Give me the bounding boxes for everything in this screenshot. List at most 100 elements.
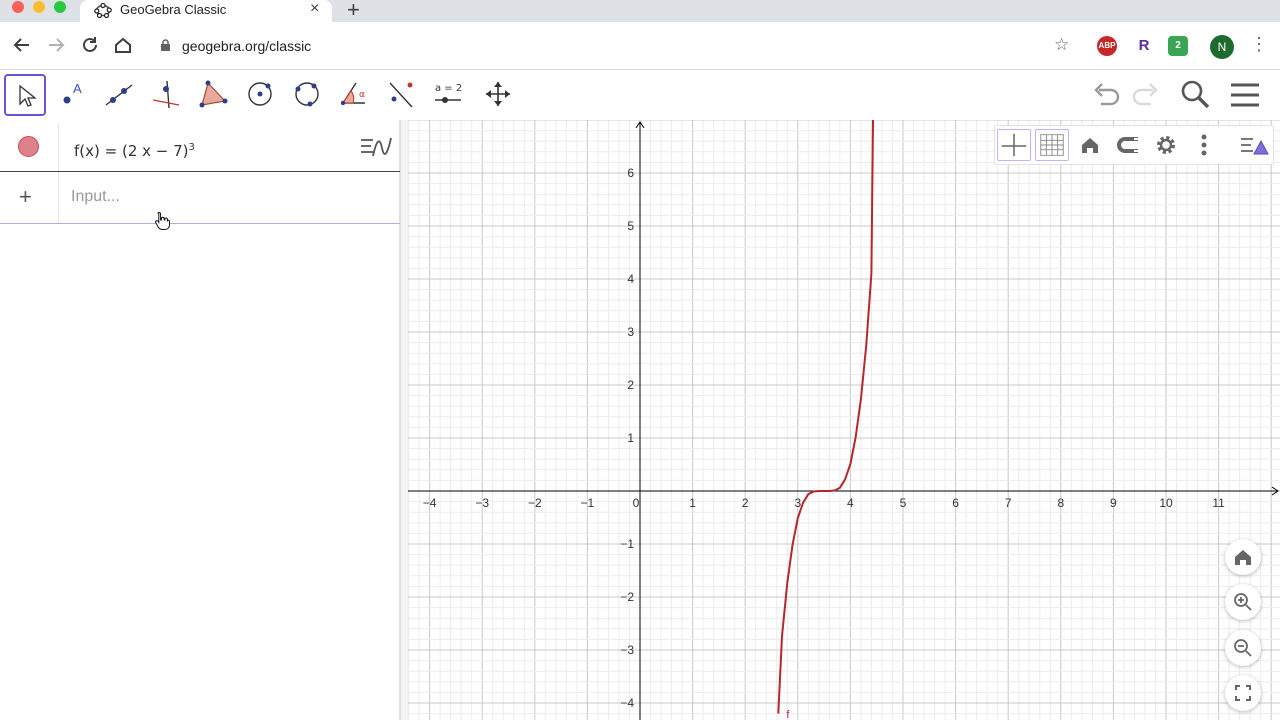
y-tick-label: 5 <box>627 219 634 233</box>
geogebra-toolbar: A α a = 2 <box>0 70 1280 120</box>
perpendicular-line-icon <box>152 80 180 109</box>
curve-label: f <box>786 709 790 720</box>
geogebra-favicon-icon <box>94 2 112 18</box>
y-tick-label: −2 <box>620 590 634 604</box>
app-window: GeoGebra Classic × + geogebra.org/classi… <box>0 0 1280 720</box>
x-tick-label: 9 <box>1110 496 1117 510</box>
function-exponent: 3 <box>188 142 195 153</box>
r-extension-icon[interactable]: R <box>1134 36 1154 56</box>
x-tick-label: 5 <box>900 496 907 510</box>
bookmark-star-icon[interactable]: ☆ <box>1054 35 1069 55</box>
minimize-window-button[interactable] <box>33 1 45 13</box>
forward-arrow-icon[interactable] <box>45 34 67 56</box>
y-tick-label: 3 <box>627 325 634 339</box>
maximize-window-button[interactable] <box>54 1 66 13</box>
x-tick-label: 1 <box>689 496 696 510</box>
x-tick-label: −3 <box>475 496 489 510</box>
algebra-input-row[interactable]: + Input... <box>0 172 400 224</box>
x-tick-label: −2 <box>528 496 542 510</box>
line-icon <box>105 84 133 106</box>
algebra-style-bar-icon[interactable] <box>356 132 396 164</box>
omnibox[interactable]: geogebra.org/classic ☆ <box>146 29 1086 63</box>
lock-icon <box>161 39 170 51</box>
home-icon <box>1235 550 1251 565</box>
grid-toggle-icon[interactable] <box>1035 129 1069 161</box>
svg-text:A: A <box>73 81 82 96</box>
x-tick-label: 8 <box>1057 496 1064 510</box>
point-capturing-icon[interactable] <box>1111 129 1145 161</box>
y-tick-label: 1 <box>627 431 634 445</box>
x-tick-label: −4 <box>423 496 437 510</box>
axes-toggle-icon[interactable] <box>997 129 1031 161</box>
browser-menu-icon[interactable]: ⋮ <box>1250 34 1268 55</box>
function-expression: f(x) = (2 x − 7) <box>74 142 189 160</box>
graphics-menu-icon[interactable] <box>1237 129 1271 161</box>
back-arrow-icon[interactable] <box>11 34 33 56</box>
home-view-icon[interactable] <box>1073 129 1107 161</box>
x-tick-label: 10 <box>1159 496 1173 510</box>
circle-three-points-tool-button[interactable] <box>287 74 329 116</box>
x-tick-label: 4 <box>847 496 854 510</box>
polygon-icon <box>199 80 228 108</box>
graphics-style-bar <box>994 125 1274 165</box>
x-tick-label: 6 <box>952 496 959 510</box>
reflect-tool-button[interactable] <box>381 74 423 116</box>
new-tab-button[interactable]: + <box>347 0 360 23</box>
move-tool-button[interactable] <box>4 74 46 116</box>
fullscreen-button[interactable] <box>1225 675 1261 711</box>
browser-tab-strip: GeoGebra Classic × + <box>0 0 1280 22</box>
profile-avatar[interactable]: N <box>1210 35 1234 59</box>
add-item-button[interactable]: + <box>19 184 32 210</box>
undo-icon[interactable] <box>1089 78 1123 112</box>
x-tick-label: 11 <box>1212 496 1225 510</box>
hand-pointer-cursor-icon <box>155 211 170 230</box>
slider-tool-button[interactable]: a = 2 <box>428 74 470 116</box>
menu-icon[interactable] <box>1228 78 1262 112</box>
graphics-view[interactable]: −4 −3 −2 −1 0 1 2 3 4 5 6 7 8 9 10 11 −4 −3 −2 −1 1 2 3 4 5 6 f <box>408 120 1280 720</box>
y-tick-label: −3 <box>620 643 634 657</box>
x-tick-label: 2 <box>742 496 749 510</box>
view-divider[interactable] <box>400 120 408 720</box>
line-tool-button[interactable] <box>99 74 141 116</box>
perpendicular-line-tool-button[interactable] <box>146 74 188 116</box>
x-tick-label: 0 <box>633 496 640 510</box>
angle-tool-button[interactable]: α <box>334 74 376 116</box>
adblock-extension-icon[interactable]: ABP <box>1097 36 1117 56</box>
y-tick-label: −4 <box>620 696 634 710</box>
circle-center-point-tool-button[interactable] <box>240 74 282 116</box>
y-tick-label: 2 <box>627 378 634 392</box>
browser-tab[interactable]: GeoGebra Classic × <box>80 0 332 22</box>
point-tool-button[interactable]: A <box>52 74 94 116</box>
more-options-icon[interactable] <box>1187 129 1221 161</box>
tab-close-icon[interactable]: × <box>310 0 319 18</box>
home-icon[interactable] <box>112 34 134 56</box>
algebra-row-function[interactable]: f(x) = (2 x − 7)3 <box>0 124 400 172</box>
standard-view-button[interactable] <box>1225 539 1261 575</box>
x-tick-label: −1 <box>581 496 595 510</box>
polygon-tool-button[interactable] <box>193 74 235 116</box>
move-graphics-view-icon <box>486 82 510 106</box>
function-definition[interactable]: f(x) = (2 x − 7)3 <box>74 142 195 160</box>
url-text: geogebra.org/classic <box>182 38 312 54</box>
move-graphics-view-tool-button[interactable] <box>478 74 520 116</box>
reload-icon[interactable] <box>79 34 101 56</box>
svg-text:α: α <box>359 90 365 100</box>
reflect-line-icon <box>389 82 413 108</box>
circle-center-icon <box>248 82 272 106</box>
zoom-out-button[interactable] <box>1225 630 1261 666</box>
x-tick-label: 7 <box>1005 496 1012 510</box>
close-window-button[interactable] <box>12 1 24 13</box>
circle-three-points-icon <box>295 82 319 107</box>
algebra-view: f(x) = (2 x − 7)3 + Input... <box>0 120 400 720</box>
badge-extension-icon[interactable]: 2 <box>1168 36 1188 56</box>
point-icon: A <box>63 81 82 104</box>
settings-icon[interactable] <box>1149 129 1183 161</box>
visibility-toggle[interactable] <box>18 136 39 157</box>
zoom-in-button[interactable] <box>1225 584 1261 620</box>
y-tick-label: 4 <box>627 272 634 286</box>
algebra-input-placeholder[interactable]: Input... <box>71 188 120 206</box>
function-graph[interactable]: −4 −3 −2 −1 0 1 2 3 4 5 6 7 8 9 10 11−4−3−2−1123456f <box>408 120 1280 720</box>
redo-icon[interactable] <box>1129 78 1163 112</box>
search-icon[interactable] <box>1178 78 1212 112</box>
algebra-row-separator <box>58 172 59 223</box>
